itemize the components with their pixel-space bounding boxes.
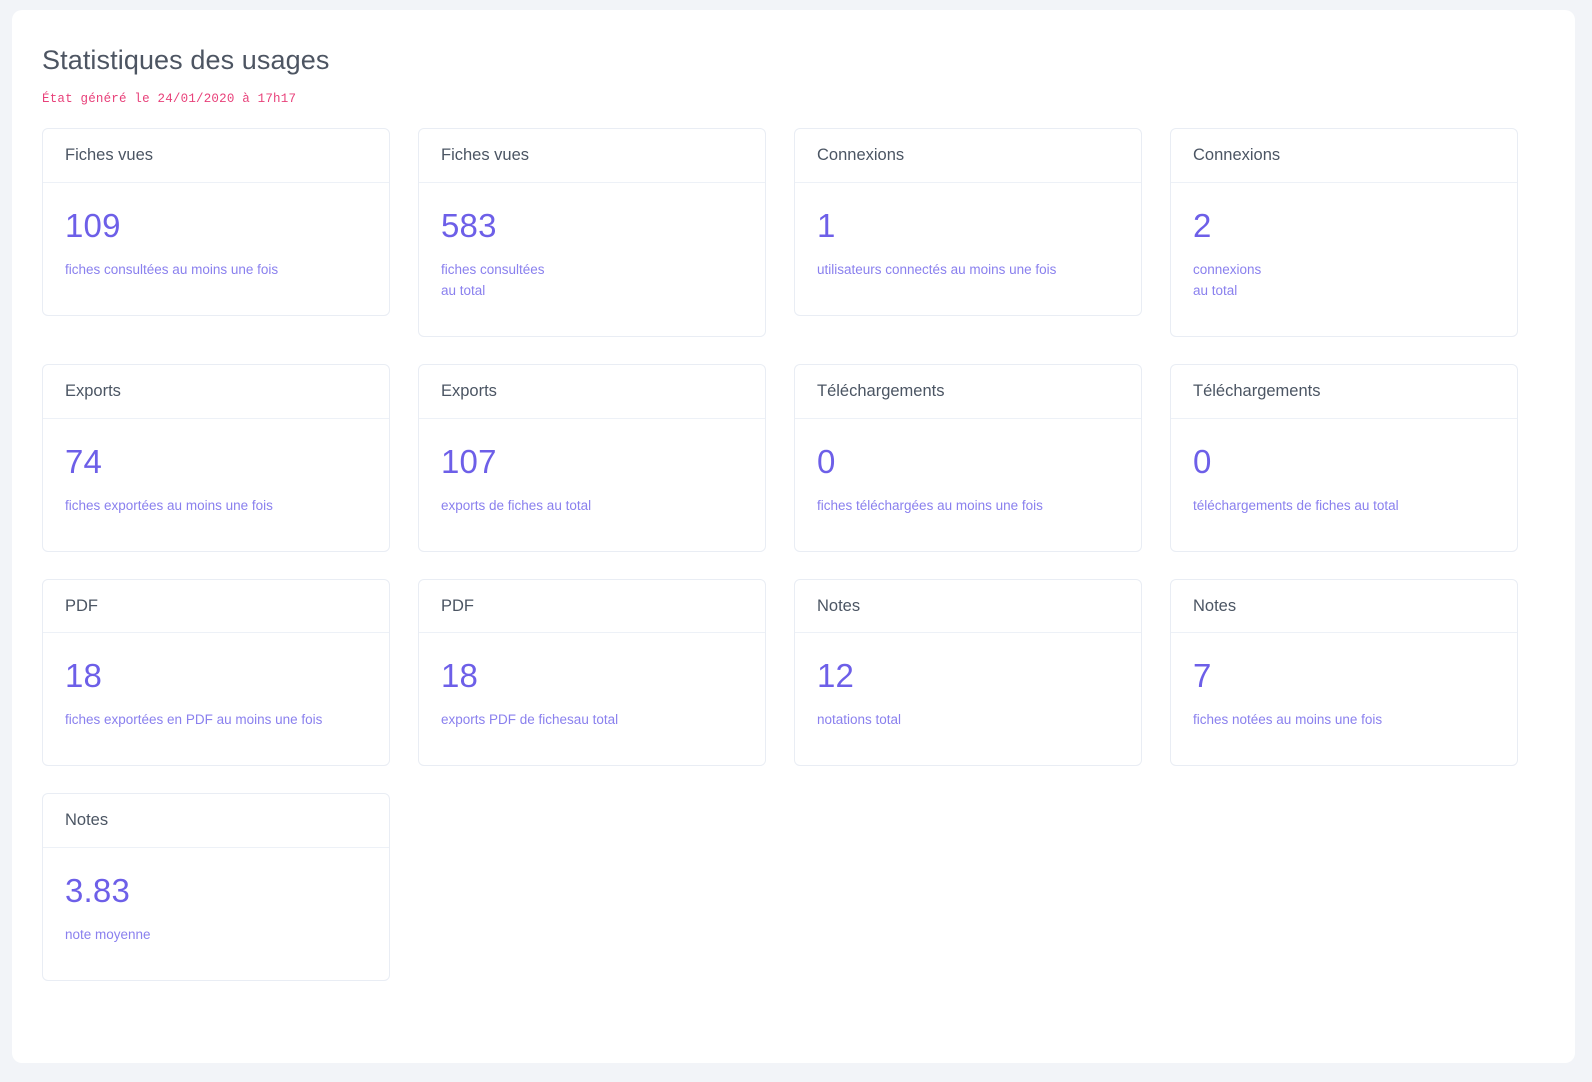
stat-label: fiches consultées au moins une fois <box>65 262 279 278</box>
stat-card-title: Téléchargements <box>817 381 945 400</box>
stat-card-header: Exports <box>419 365 765 419</box>
stat-value: 74 <box>65 442 103 480</box>
stat-card-body: 12 notations total <box>795 633 1141 765</box>
stat-card-body: 3.83 note moyenne <box>43 848 389 980</box>
stat-value: 18 <box>441 657 479 695</box>
stat-label: fiches notées au moins une fois <box>1193 712 1383 728</box>
stat-card-title: Connexions <box>1193 146 1281 165</box>
stat-label: téléchargements de fiches au total <box>1193 497 1399 513</box>
stat-label: fiches exportées au moins une fois <box>65 497 273 513</box>
stat-value: 109 <box>65 207 121 245</box>
stat-card-header: PDF <box>43 580 389 634</box>
stat-card: Notes 3.83 note moyenne <box>42 793 390 981</box>
stat-value: 583 <box>441 207 497 245</box>
stat-value: 2 <box>1193 207 1212 245</box>
stat-card-header: Connexions <box>795 129 1141 184</box>
stat-card-header: Fiches vues <box>419 129 765 184</box>
stat-card-title: Notes <box>1193 596 1237 615</box>
stat-card-body: 18 fiches exportées en PDF au moins une f… <box>43 633 389 765</box>
stat-label: fiches exportées en PDF au moins une foi… <box>65 712 323 728</box>
stat-card-header: Notes <box>795 580 1141 634</box>
stat-card: Exports 107 exports de fiches au total <box>418 363 766 552</box>
stat-card-body: 7 fiches notées au moins une fois <box>1171 633 1517 765</box>
stat-card-header: Téléchargements <box>1171 365 1517 419</box>
stat-label: note moyenne <box>65 927 151 943</box>
stat-card: Exports 74 fiches exportées au moins une f… <box>42 363 390 552</box>
stat-label: notations total <box>817 712 902 728</box>
stat-value: 12 <box>817 657 855 695</box>
stat-card-title: Fiches vues <box>441 146 530 165</box>
stat-label: exports PDF de fichesau total <box>441 712 619 728</box>
stat-card-header: PDF <box>419 580 765 634</box>
stat-card: Notes 12 notations total <box>794 578 1142 767</box>
stat-value: 0 <box>817 442 836 480</box>
stat-card: Fiches vues 109 fiches consultées au moins… <box>42 128 390 317</box>
stat-label: fiches téléchargées au moins une fois <box>817 497 1043 513</box>
page-title: Statistiques des usages <box>42 45 330 75</box>
stat-card-header: Notes <box>43 794 389 849</box>
stat-value: 0 <box>1193 442 1212 480</box>
stat-card-header: Fiches vues <box>43 129 389 184</box>
stat-card-header: Connexions <box>1171 129 1517 184</box>
stat-card-body: 2 connexions au total <box>1171 183 1517 336</box>
stat-cards-grid: Fiches vues 109 fiches consultées au moins… <box>42 128 1545 981</box>
panel-content: Statistiques des usages État généré le 2… <box>12 10 1575 981</box>
stat-card-title: Exports <box>441 381 497 400</box>
statistics-panel: Statistiques des usages État généré le 2… <box>12 10 1575 1063</box>
stat-card-header: Notes <box>1171 580 1517 634</box>
stat-card-title: Connexions <box>817 146 905 165</box>
stat-card: Fiches vues 583 fiches consultées au total <box>418 128 766 337</box>
stat-card-body: 583 fiches consultées au total <box>419 183 765 336</box>
stat-value: 3.83 <box>65 872 131 910</box>
stat-card: Notes 7 fiches notées au moins une fois <box>1170 578 1518 767</box>
stat-label: fiches consultées au total <box>441 262 545 299</box>
stat-card: PDF 18 exports PDF de fichesau total <box>418 578 766 767</box>
stat-card: Téléchargements 0 téléchargements de fiche… <box>1170 363 1518 552</box>
stat-card-body: 74 fiches exportées au moins une fois <box>43 419 389 551</box>
stat-value: 107 <box>441 442 497 480</box>
stat-card-title: Notes <box>817 596 861 615</box>
stat-card-body: 1 utilisateurs connectés au moins une foi… <box>795 183 1141 315</box>
stat-card-title: Exports <box>65 381 121 400</box>
stat-card-body: 109 fiches consultées au moins une fois <box>43 183 389 315</box>
stat-card: Connexions 2 connexions au total <box>1170 128 1518 337</box>
stat-card-title: Fiches vues <box>65 146 154 165</box>
stat-card-title: PDF <box>65 596 98 615</box>
stat-label: utilisateurs connectés au moins une fois <box>817 262 1057 278</box>
stat-value: 1 <box>817 207 836 245</box>
generated-timestamp: État généré le 24/01/2020 à 17h17 <box>42 92 297 107</box>
stat-value: 7 <box>1193 657 1212 695</box>
stat-card: Téléchargements 0 fiches téléchargées au m… <box>794 363 1142 552</box>
stat-card-header: Exports <box>43 365 389 419</box>
stat-card-title: PDF <box>441 596 474 615</box>
stat-value: 18 <box>65 657 103 695</box>
stat-card-body: 107 exports de fiches au total <box>419 419 765 551</box>
stat-card: PDF 18 fiches exportées en PDF au moins un… <box>42 578 390 767</box>
stat-card-body: 18 exports PDF de fichesau total <box>419 633 765 765</box>
stat-card-header: Téléchargements <box>795 365 1141 419</box>
stat-label: exports de fiches au total <box>441 497 592 513</box>
stat-card-title: Téléchargements <box>1193 381 1321 400</box>
stat-card-body: 0 téléchargements de fiches au total <box>1171 419 1517 551</box>
stat-card: Connexions 1 utilisateurs connectés au moi… <box>794 128 1142 317</box>
stat-card-body: 0 fiches téléchargées au moins une fois <box>795 419 1141 551</box>
stat-card-title: Notes <box>65 811 109 830</box>
stat-label: connexions au total <box>1193 262 1262 299</box>
